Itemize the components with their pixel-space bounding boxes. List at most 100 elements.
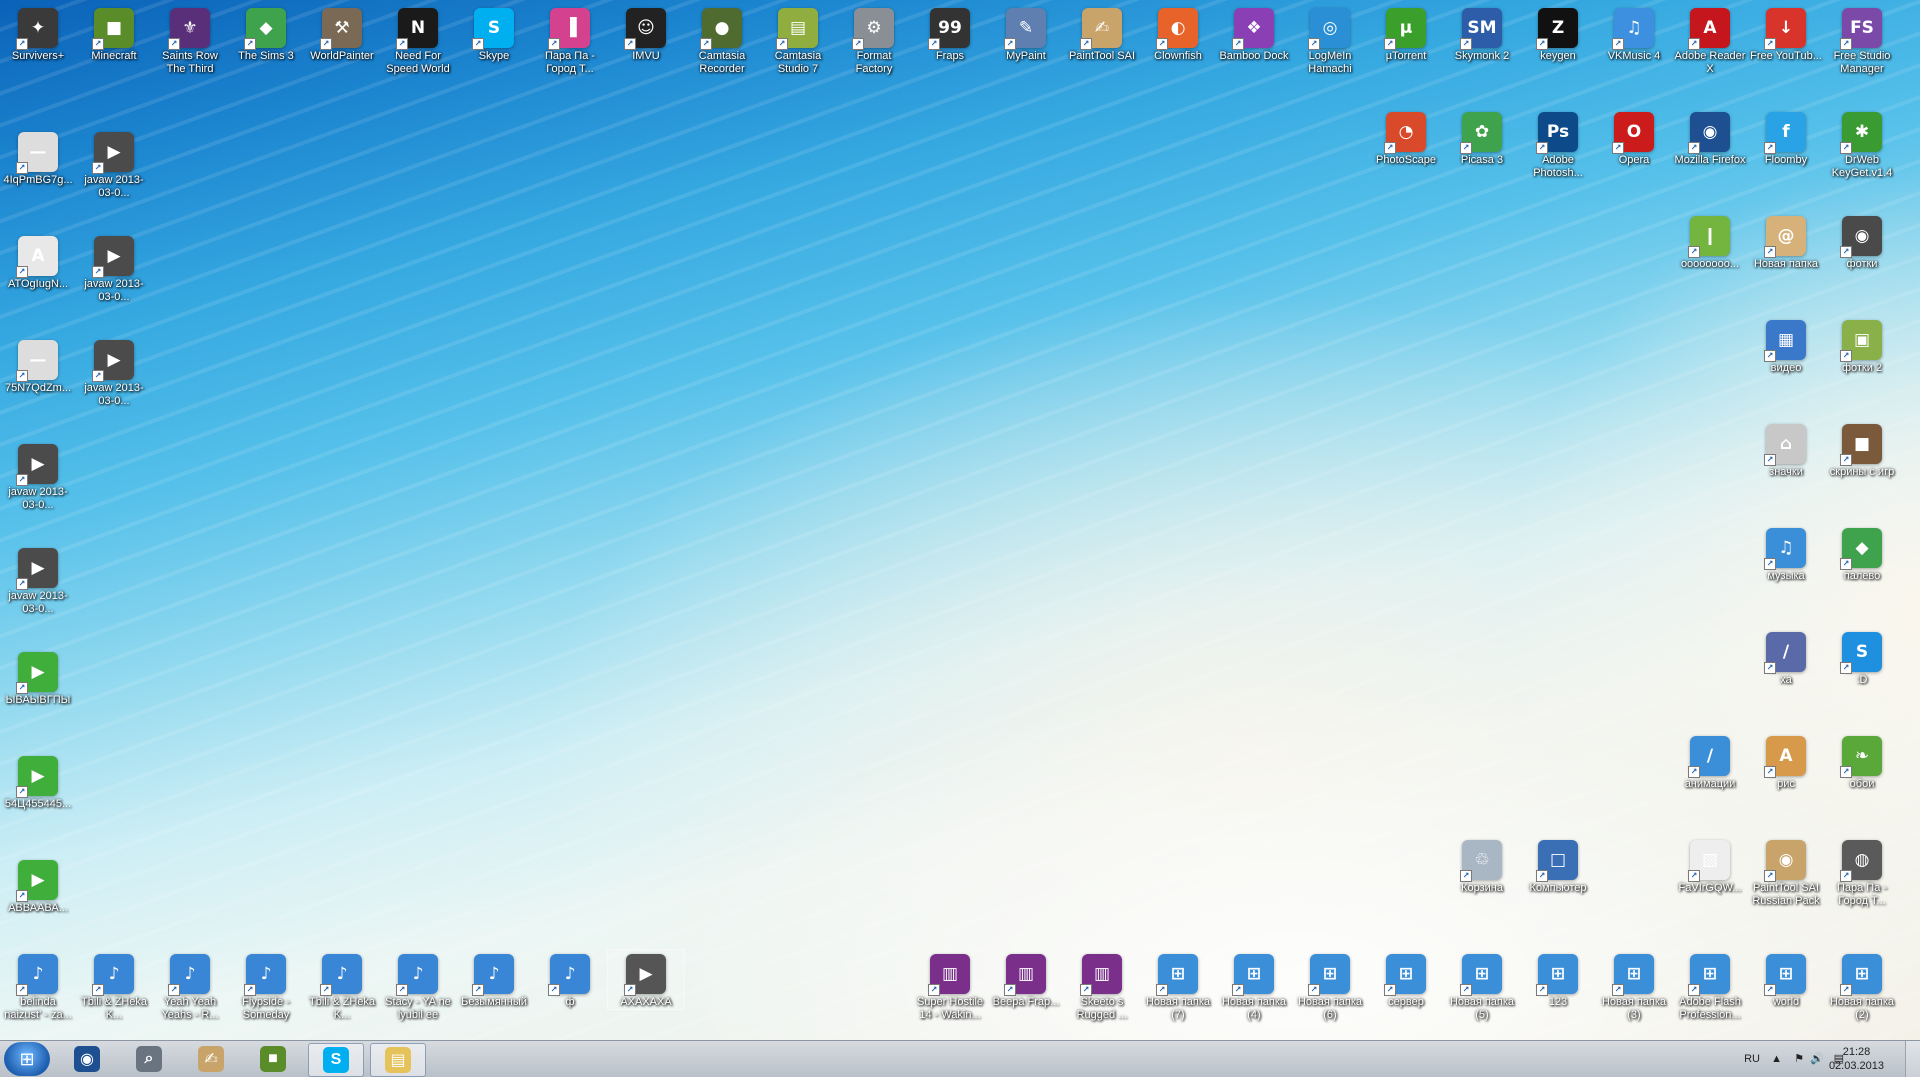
desktop-icon[interactable]: ✍ ↗ PaintTool SAI: [1064, 4, 1140, 63]
desktop-icon[interactable]: A ↗ Adobe Reader X: [1672, 4, 1748, 76]
desktop-icon[interactable]: ♪ ↗ Безымянный: [456, 950, 532, 1009]
desktop-icon[interactable]: ▧ ↗ FaVIrGQW...: [1672, 836, 1748, 895]
desktop-icon[interactable]: ♪ ↗ Stacy - YA ne lyubil ee: [380, 950, 456, 1022]
desktop-icon[interactable]: O ↗ Opera: [1596, 108, 1672, 167]
desktop-icon[interactable]: ♪ ↗ belinda naizust' - za...: [0, 950, 76, 1022]
desktop-icon[interactable]: ◉ ↗ PaintTool SAI Russian Pack: [1748, 836, 1824, 908]
desktop-icon[interactable]: ♫ ↗ VKMusic 4: [1596, 4, 1672, 63]
desktop-icon[interactable]: ♪ ↗ Flypside - Someday: [228, 950, 304, 1022]
desktop-icon[interactable]: ▶ ↗ javaw 2013-03-0...: [0, 440, 76, 512]
desktop-icon[interactable]: @ ↗ Новая папка: [1748, 212, 1824, 271]
desktop-icon[interactable]: ▶ ↗ 54Ц455445...: [0, 752, 76, 811]
desktop-icon[interactable]: ⌂ ↗ значки: [1748, 420, 1824, 479]
desktop-icon[interactable]: ◆ ↗ The Sims 3: [228, 4, 304, 63]
desktop-icon[interactable]: ✦ ↗ Survivers+: [0, 4, 76, 63]
desktop-icon[interactable]: ▶ ↗ ЫВАЫВГПЫ: [0, 648, 76, 707]
desktop-icon[interactable]: ⚒ ↗ WorldPainter: [304, 4, 380, 63]
desktop-icon[interactable]: ⊞ ↗ сервер: [1368, 950, 1444, 1009]
desktop-icon[interactable]: ▶ ↗ АХАХАХА: [607, 949, 685, 1010]
desktop-icon[interactable]: ♪ ↗ ф: [532, 950, 608, 1009]
desktop-icon[interactable]: ◍ ↗ Пара Па - Город Т...: [1824, 836, 1900, 908]
desktop-icon[interactable]: — ↗ 4IqPmBG7g...: [0, 128, 76, 187]
desktop-icon[interactable]: ❙ ↗ oooooooo...: [1672, 212, 1748, 271]
desktop-icon[interactable]: — ↗ 75N7QdZm...: [0, 336, 76, 395]
desktop-icon[interactable]: S ↗:D: [1824, 628, 1900, 687]
desktop-icon[interactable]: ☺ ↗ IMVU: [608, 4, 684, 63]
desktop-icon[interactable]: ❧ ↗ обои: [1824, 732, 1900, 791]
desktop-icon[interactable]: ♪ ↗ Tbili & ZHeka K...: [304, 950, 380, 1022]
desktop-icon[interactable]: ∕ ↗ ха: [1748, 628, 1824, 687]
desktop-icon[interactable]: ⊞ ↗ Новая папка (3): [1596, 950, 1672, 1022]
desktop-icon[interactable]: ▥ ↗ Skeeto s Rugged ...: [1064, 950, 1140, 1022]
desktop-icon[interactable]: ♫ ↗ музыка: [1748, 524, 1824, 583]
desktop-icon[interactable]: ▶ ↗ javaw 2013-03-0...: [0, 544, 76, 616]
desktop-icon[interactable]: ⊞ ↗ Adobe Flash Profession...: [1672, 950, 1748, 1022]
desktop-icon[interactable]: A ↗ ATOgIugN...: [0, 232, 76, 291]
desktop-icon[interactable]: ◐ ↗ Clownfish: [1140, 4, 1216, 63]
show-hidden-icons-icon[interactable]: ▲: [1771, 1041, 1782, 1077]
show-desktop-button[interactable]: [1905, 1041, 1920, 1077]
desktop-icon[interactable]: ■ ↗ Minecraft: [76, 4, 152, 63]
search-taskbar-button[interactable]: ⌕: [122, 1043, 176, 1075]
desktop-icon[interactable]: N ↗ Need For Speed World: [380, 4, 456, 76]
desktop-icon[interactable]: FS ↗ Free Studio Manager: [1824, 4, 1900, 76]
desktop-icon[interactable]: ♪ ↗ Tbili & ZHeka K...: [76, 950, 152, 1022]
desktop-icon[interactable]: ⊞ ↗ 123: [1520, 950, 1596, 1009]
desktop-icon[interactable]: ✱ ↗ DrWeb KeyGet.v1.4: [1824, 108, 1900, 180]
desktop-icon[interactable]: Ps ↗ Adobe Photosh...: [1520, 108, 1596, 180]
desktop-icon[interactable]: ⚙ ↗ Format Factory: [836, 4, 912, 76]
desktop-icon[interactable]: ⚜ ↗ Saints Row The Third: [152, 4, 228, 76]
firefox-taskbar-button[interactable]: ◉: [60, 1043, 114, 1075]
desktop-icon[interactable]: ▐ ↗ Пара Па - Город Т...: [532, 4, 608, 76]
desktop-icon[interactable]: □ ↗ Компьютер: [1520, 836, 1596, 895]
desktop-icon-label: ATOgIugN...: [7, 278, 69, 290]
desktop-icon[interactable]: μ ↗ µTorrent: [1368, 4, 1444, 63]
paint-taskbar-button[interactable]: ✍: [184, 1043, 238, 1075]
desktop-icon[interactable]: ⊞ ↗ Новая папка (4): [1216, 950, 1292, 1022]
desktop-icon[interactable]: Z ↗ keygen: [1520, 4, 1596, 63]
desktop-icon[interactable]: ❖ ↗ Bamboo Dock: [1216, 4, 1292, 63]
clock[interactable]: 21:28 02.03.2013: [1829, 1045, 1884, 1073]
desktop-icon[interactable]: ♪ ↗ Yeah Yeah Yeahs - R...: [152, 950, 228, 1022]
desktop-icon[interactable]: A ↗ рис: [1748, 732, 1824, 791]
desktop-icon[interactable]: ◉ ↗ фотки: [1824, 212, 1900, 271]
desktop-icon[interactable]: SM ↗ Skymonk 2: [1444, 4, 1520, 63]
desktop-icon[interactable]: ∕ ↗ анимации: [1672, 732, 1748, 791]
desktop-icon[interactable]: ▥ ↗ Super Hostile 14 - Wakin...: [912, 950, 988, 1022]
desktop-icon[interactable]: ⊞ ↗ Новая папка (7): [1140, 950, 1216, 1022]
desktop-icon[interactable]: 99 ↗ Fraps: [912, 4, 988, 63]
desktop-icon[interactable]: ▦ ↗ видео: [1748, 316, 1824, 375]
minecraft-taskbar-button[interactable]: ■: [246, 1043, 300, 1075]
desktop-icon[interactable]: ✿ ↗ Picasa 3: [1444, 108, 1520, 167]
desktop-icon[interactable]: f ↗ Floomby: [1748, 108, 1824, 167]
language-indicator[interactable]: RU: [1744, 1041, 1760, 1077]
desktop-icon[interactable]: ● ↗ Camtasia Recorder: [684, 4, 760, 76]
desktop[interactable]: ✦ ↗ Survivers+ ■ ↗ Minecraft ⚜ ↗ Saints Row The …: [0, 0, 1920, 1040]
desktop-icon[interactable]: ▶ ↗ АВВААВА...: [0, 856, 76, 915]
desktop-icon[interactable]: ◎ ↗ LogMeIn Hamachi: [1292, 4, 1368, 76]
desktop-icon[interactable]: ⊞ ↗ world: [1748, 950, 1824, 1009]
desktop-icon[interactable]: ◔ ↗ PhotoScape: [1368, 108, 1444, 167]
desktop-icon[interactable]: ⊞ ↗ Новая папка (2): [1824, 950, 1900, 1022]
desktop-icon[interactable]: ♲ ↗ Корзина: [1444, 836, 1520, 895]
desktop-icon[interactable]: ▶ ↗ javaw 2013-03-0...: [76, 128, 152, 200]
desktop-icon[interactable]: ◆ ↗ палево: [1824, 524, 1900, 583]
desktop-icon[interactable]: ◉ ↗ Mozilla Firefox: [1672, 108, 1748, 167]
desktop-icon[interactable]: ✎ ↗ MyPaint: [988, 4, 1064, 63]
explorer-taskbar-button[interactable]: ▤: [370, 1043, 426, 1077]
volume-icon[interactable]: 🔊: [1810, 1041, 1824, 1077]
desktop-icon[interactable]: ▶ ↗ javaw 2013-03-0...: [76, 232, 152, 304]
desktop-icon[interactable]: S ↗ Skype: [456, 4, 532, 63]
action-center-flag-icon[interactable]: ⚑: [1794, 1041, 1804, 1077]
desktop-icon[interactable]: ▥ ↗ Веера Frap...: [988, 950, 1064, 1009]
desktop-icon-label: keygen: [1540, 50, 1576, 62]
desktop-icon[interactable]: ▤ ↗ Camtasia Studio 7: [760, 4, 836, 76]
desktop-icon[interactable]: ▶ ↗ javaw 2013-03-0...: [76, 336, 152, 408]
desktop-icon[interactable]: ⊞ ↗ Новая папка (6): [1292, 950, 1368, 1022]
desktop-icon[interactable]: ⊞ ↗ Новая папка (5): [1444, 950, 1520, 1022]
desktop-icon[interactable]: ■ ↗ скрины с игр: [1824, 420, 1900, 479]
desktop-icon[interactable]: ↓ ↗ Free YouTub...: [1748, 4, 1824, 63]
start-button[interactable]: ⊞: [4, 1042, 50, 1076]
skype-taskbar-button[interactable]: S: [308, 1043, 364, 1077]
desktop-icon[interactable]: ▣ ↗ фотки 2: [1824, 316, 1900, 375]
